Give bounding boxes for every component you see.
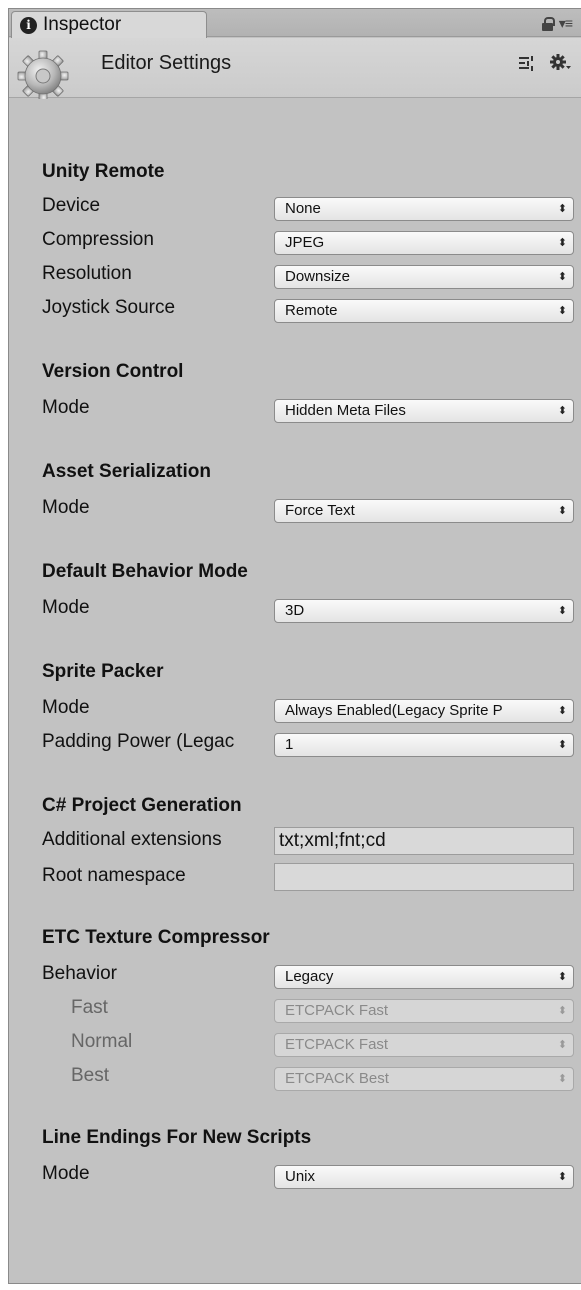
updown-arrows-icon: ⬍	[553, 966, 567, 988]
updown-arrows-icon: ⬍	[553, 1068, 567, 1090]
normal-label: Normal	[71, 1031, 133, 1052]
updown-arrows-icon: ⬍	[553, 232, 567, 254]
settings-content: Unity Remote Device None ⬍ Compression JP…	[9, 99, 581, 1283]
vc-mode-label: Mode	[42, 397, 90, 418]
updown-arrows-icon: ⬍	[553, 198, 567, 220]
vc-mode-value: Hidden Meta Files	[285, 402, 406, 419]
updown-arrows-icon: ⬍	[553, 400, 567, 422]
tab-inspector[interactable]: i Inspector	[11, 11, 207, 38]
padding-power-value: 1	[285, 736, 294, 753]
updown-arrows-icon: ⬍	[553, 500, 567, 522]
best-popup: ETCPACK Best ⬍	[274, 1067, 574, 1091]
preset-icon[interactable]	[518, 54, 536, 72]
updown-arrows-icon: ⬍	[553, 600, 567, 622]
fast-value: ETCPACK Fast	[285, 1002, 389, 1019]
device-popup[interactable]: None ⬍	[274, 197, 574, 221]
le-mode-label: Mode	[42, 1163, 90, 1184]
updown-arrows-icon: ⬍	[553, 300, 567, 322]
section-asset-serialization: Asset Serialization	[42, 461, 211, 482]
as-mode-value: Force Text	[285, 502, 355, 519]
behavior-label: Behavior	[42, 963, 117, 984]
resolution-value: Downsize	[285, 268, 351, 285]
gear-dropdown-icon[interactable]	[550, 54, 572, 72]
updown-arrows-icon: ⬍	[553, 266, 567, 288]
best-value: ETCPACK Best	[285, 1070, 389, 1087]
section-etc-compressor: ETC Texture Compressor	[42, 927, 270, 948]
inspector-header: Editor Settings	[9, 38, 581, 102]
inspector-window: i Inspector ▾≡ Editor Settings Unity Rem…	[8, 8, 581, 1284]
joystick-source-value: Remote	[285, 302, 338, 319]
tab-bar: i Inspector ▾≡	[9, 9, 581, 38]
section-default-behavior: Default Behavior Mode	[42, 561, 248, 582]
sp-mode-value: Always Enabled(Legacy Sprite P	[285, 702, 503, 719]
header-controls	[518, 54, 572, 72]
section-unity-remote: Unity Remote	[42, 161, 165, 182]
device-value: None	[285, 200, 321, 217]
sp-mode-popup[interactable]: Always Enabled(Legacy Sprite P ⬍	[274, 699, 574, 723]
behavior-value: Legacy	[285, 968, 334, 985]
updown-arrows-icon: ⬍	[553, 1166, 567, 1188]
normal-value: ETCPACK Fast	[285, 1036, 389, 1053]
fast-popup: ETCPACK Fast ⬍	[274, 999, 574, 1023]
updown-arrows-icon: ⬍	[553, 734, 567, 756]
tab-controls: ▾≡	[541, 15, 573, 32]
root-namespace-field[interactable]	[274, 863, 574, 891]
db-mode-label: Mode	[42, 597, 90, 618]
joystick-source-label: Joystick Source	[42, 297, 176, 318]
normal-popup: ETCPACK Fast ⬍	[274, 1033, 574, 1057]
updown-arrows-icon: ⬍	[553, 700, 567, 722]
resolution-popup[interactable]: Downsize ⬍	[274, 265, 574, 289]
as-mode-label: Mode	[42, 497, 90, 518]
compression-value: JPEG	[285, 234, 325, 251]
padding-power-label: Padding Power (Legac	[42, 731, 235, 752]
as-mode-popup[interactable]: Force Text ⬍	[274, 499, 574, 523]
section-version-control: Version Control	[42, 361, 184, 382]
best-label: Best	[71, 1065, 110, 1086]
additional-extensions-label: Additional extensions	[42, 829, 222, 850]
tab-label: Inspector	[43, 14, 122, 35]
compression-popup[interactable]: JPEG ⬍	[274, 231, 574, 255]
gear-icon	[17, 50, 69, 102]
vc-mode-popup[interactable]: Hidden Meta Files ⬍	[274, 399, 574, 423]
le-mode-value: Unix	[285, 1168, 316, 1185]
compression-label: Compression	[42, 229, 154, 250]
header-title: Editor Settings	[101, 52, 232, 74]
db-mode-popup[interactable]: 3D ⬍	[274, 599, 574, 623]
device-label: Device	[42, 195, 101, 216]
sp-mode-label: Mode	[42, 697, 90, 718]
menu-icon[interactable]: ▾≡	[559, 15, 573, 32]
section-sprite-packer: Sprite Packer	[42, 661, 164, 682]
info-icon: i	[20, 16, 37, 34]
resolution-label: Resolution	[42, 263, 132, 284]
updown-arrows-icon: ⬍	[553, 1000, 567, 1022]
fast-label: Fast	[71, 997, 108, 1018]
db-mode-value: 3D	[285, 602, 305, 619]
additional-extensions-field[interactable]: txt;xml;fnt;cd	[274, 827, 574, 855]
le-mode-popup[interactable]: Unix ⬍	[274, 1165, 574, 1189]
joystick-source-popup[interactable]: Remote ⬍	[274, 299, 574, 323]
updown-arrows-icon: ⬍	[553, 1034, 567, 1056]
root-namespace-label: Root namespace	[42, 865, 186, 886]
behavior-popup[interactable]: Legacy ⬍	[274, 965, 574, 989]
lock-icon[interactable]	[541, 16, 555, 31]
padding-power-popup[interactable]: 1 ⬍	[274, 733, 574, 757]
section-line-endings: Line Endings For New Scripts	[42, 1127, 312, 1148]
section-csharp-project: C# Project Generation	[42, 795, 242, 816]
